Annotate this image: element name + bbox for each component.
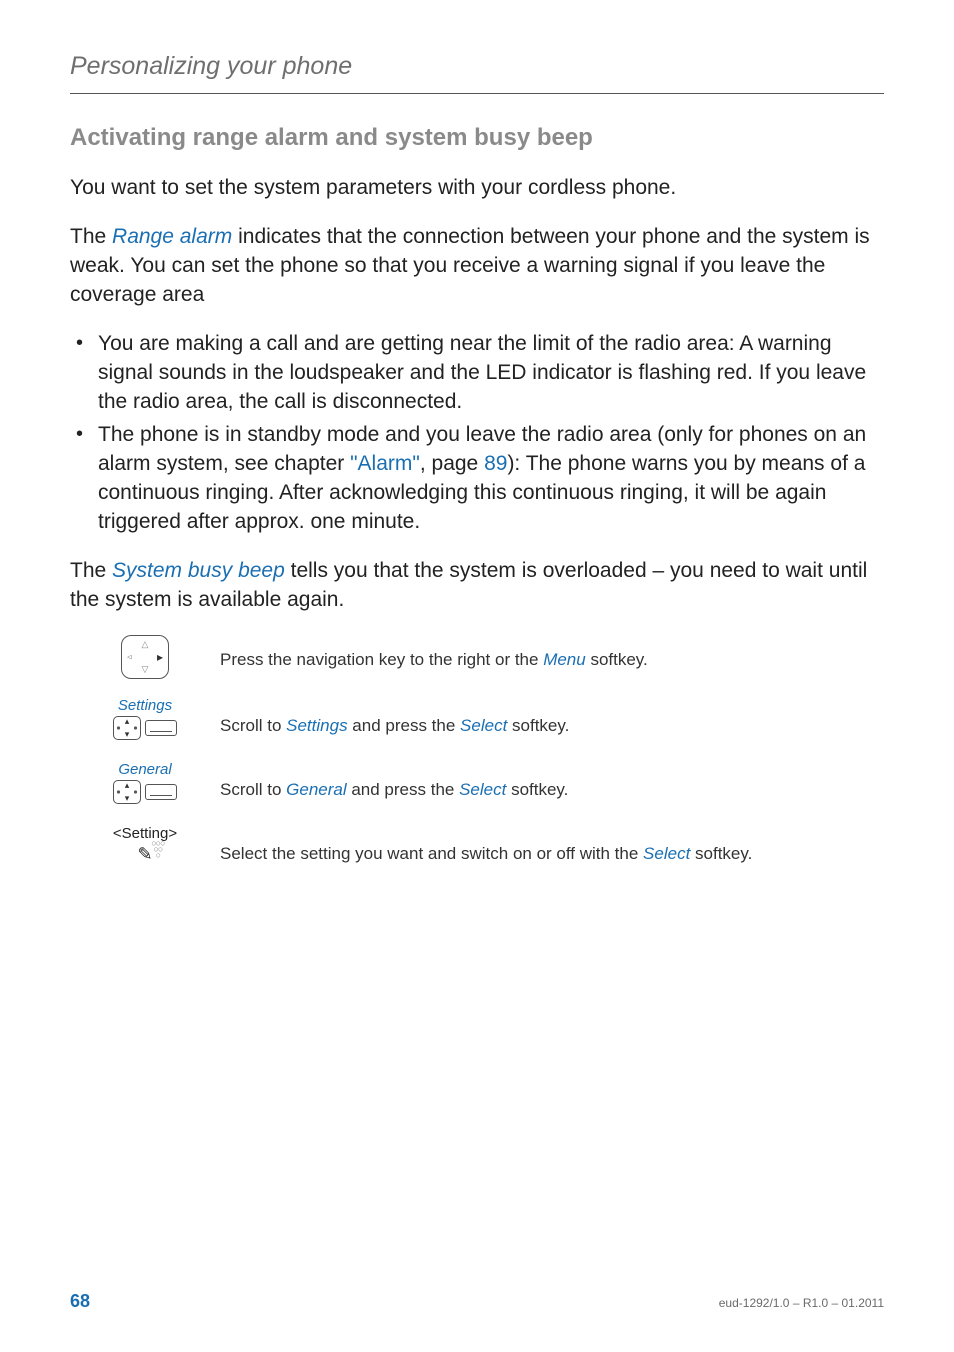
term-settings: Settings xyxy=(286,716,347,735)
link-alarm-chapter[interactable]: "Alarm" xyxy=(350,452,420,475)
pencil-icon: ✎○○○○○○ xyxy=(137,844,152,865)
page-number: 68 xyxy=(70,1291,90,1312)
text-fragment: and press the xyxy=(348,716,460,735)
text-fragment: , page xyxy=(420,452,484,475)
bullet-item-2: The phone is in standby mode and you lea… xyxy=(70,421,884,537)
link-page-89[interactable]: 89 xyxy=(484,452,507,475)
text-fragment: and press the xyxy=(347,780,459,799)
text-fragment: Select the setting you want and switch o… xyxy=(220,844,643,863)
term-menu: Menu xyxy=(543,650,586,669)
body-text: You want to set the system parameters wi… xyxy=(70,174,884,615)
step-4-caption: <Setting> xyxy=(70,825,220,842)
text-fragment: softkey. xyxy=(690,844,752,863)
dpad-icon xyxy=(113,716,141,740)
step-3: General Scroll to General and press the … xyxy=(70,761,884,807)
step-2-icon-cell: Settings xyxy=(70,697,220,743)
term-range-alarm: Range alarm xyxy=(112,225,232,248)
step-1-text: Press the navigation key to the right or… xyxy=(220,635,884,672)
navigation-key-icon: △▽◃ xyxy=(121,635,169,679)
footer: 68 eud-1292/1.0 – R1.0 – 01.2011 xyxy=(70,1291,884,1312)
text-fragment: Press the navigation key to the right or… xyxy=(220,650,543,669)
term-system-busy-beep: System busy beep xyxy=(112,559,285,582)
softkey-icon xyxy=(145,784,177,800)
intro-paragraph-2: The Range alarm indicates that the conne… xyxy=(70,223,884,310)
document-id: eud-1292/1.0 – R1.0 – 01.2011 xyxy=(719,1296,884,1310)
text-fragment: The xyxy=(70,225,112,248)
step-2-text: Scroll to Settings and press the Select … xyxy=(220,697,884,738)
text-fragment: softkey. xyxy=(507,716,569,735)
softkey-icon xyxy=(145,720,177,736)
text-fragment: Scroll to xyxy=(220,780,286,799)
step-3-caption: General xyxy=(70,761,220,778)
text-fragment: Scroll to xyxy=(220,716,286,735)
paragraph-3: The System busy beep tells you that the … xyxy=(70,557,884,615)
section-heading: Activating range alarm and system busy b… xyxy=(70,124,884,152)
scroll-softkey-icon xyxy=(113,780,177,804)
term-select: Select xyxy=(460,716,507,735)
step-1: △▽◃ Press the navigation key to the righ… xyxy=(70,635,884,679)
scroll-softkey-icon xyxy=(113,716,177,740)
running-head: Personalizing your phone xyxy=(70,52,884,81)
bullet-list: You are making a call and are getting ne… xyxy=(70,330,884,537)
step-1-icon-cell: △▽◃ xyxy=(70,635,220,679)
steps-block: △▽◃ Press the navigation key to the righ… xyxy=(70,635,884,866)
term-select: Select xyxy=(459,780,506,799)
step-4-text: Select the setting you want and switch o… xyxy=(220,825,884,866)
step-3-icon-cell: General xyxy=(70,761,220,807)
text-fragment: The xyxy=(70,559,112,582)
step-4-icon-cell: <Setting> ✎○○○○○○ xyxy=(70,825,220,865)
dpad-icon xyxy=(113,780,141,804)
intro-paragraph-1: You want to set the system parameters wi… xyxy=(70,174,884,203)
term-select: Select xyxy=(643,844,690,863)
header-rule xyxy=(70,93,884,94)
step-2: Settings Scroll to Settings and press th… xyxy=(70,697,884,743)
text-fragment: softkey. xyxy=(586,650,648,669)
step-3-text: Scroll to General and press the Select s… xyxy=(220,761,884,802)
term-general: General xyxy=(286,780,346,799)
step-2-caption: Settings xyxy=(70,697,220,714)
step-4: <Setting> ✎○○○○○○ Select the setting you… xyxy=(70,825,884,866)
bullet-item-1: You are making a call and are getting ne… xyxy=(70,330,884,417)
text-fragment: softkey. xyxy=(506,780,568,799)
